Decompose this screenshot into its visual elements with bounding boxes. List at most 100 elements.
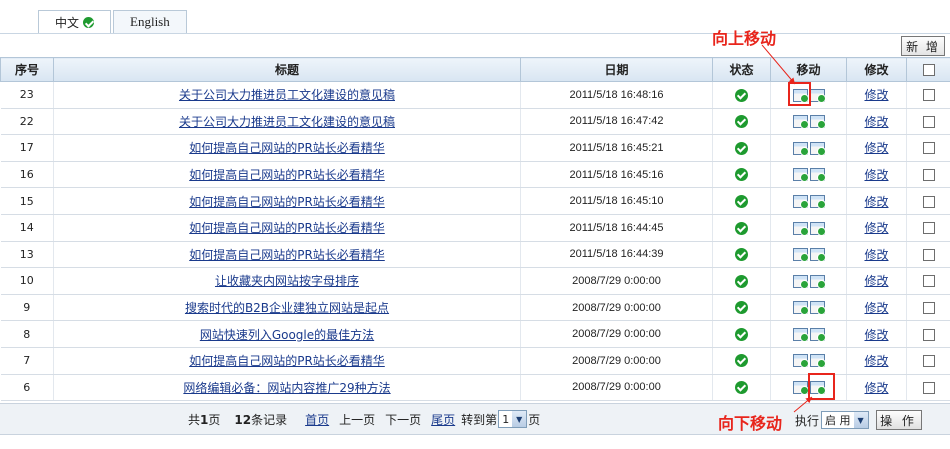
row-checkbox[interactable] [922, 248, 935, 261]
move-up-icon[interactable] [792, 248, 809, 263]
table-row: 7 如何提高自己网站的PR站长必看精华 2008/7/29 0:00:00 修改 [0, 347, 950, 375]
edit-link[interactable]: 修改 [864, 328, 888, 342]
move-down-icon[interactable] [809, 274, 826, 289]
row-checkbox[interactable] [922, 142, 935, 155]
row-checkbox[interactable] [922, 275, 935, 288]
goto-page-select[interactable]: 1 ▼ [498, 410, 528, 428]
operate-button[interactable]: 操 作 [875, 410, 922, 430]
status-enabled-icon[interactable] [735, 381, 748, 395]
col-header-id: 序号 [0, 57, 54, 82]
edit-link[interactable]: 修改 [864, 301, 888, 315]
batch-actions: 执行 启 用 ▼ 操 作 [795, 410, 922, 430]
row-checkbox[interactable] [922, 302, 935, 315]
col-header-date: 日期 [520, 57, 713, 82]
row-checkbox[interactable] [922, 89, 935, 102]
row-checkbox[interactable] [922, 222, 935, 235]
move-down-highlight [808, 373, 835, 400]
status-enabled-icon[interactable] [735, 221, 748, 235]
last-page-link[interactable]: 尾页 [431, 411, 455, 428]
exec-select[interactable]: 启 用 ▼ [821, 411, 869, 429]
row-title-link[interactable]: 如何提高自己网站的PR站长必看精华 [189, 141, 385, 155]
select-all-checkbox[interactable] [922, 64, 935, 76]
move-up-icon[interactable] [792, 221, 809, 236]
move-up-icon[interactable] [792, 115, 809, 130]
edit-link[interactable]: 修改 [864, 168, 888, 182]
tab-english[interactable]: English [113, 10, 187, 33]
move-up-icon[interactable] [792, 354, 809, 369]
row-checkbox[interactable] [922, 381, 935, 394]
move-down-icon[interactable] [809, 301, 826, 316]
row-checkbox[interactable] [922, 355, 935, 368]
move-down-icon[interactable] [809, 168, 826, 183]
edit-link[interactable]: 修改 [864, 274, 888, 288]
status-enabled-icon[interactable] [735, 88, 748, 102]
row-title-link[interactable]: 如何提高自己网站的PR站长必看精华 [189, 221, 385, 235]
move-up-icon[interactable] [792, 168, 809, 183]
row-id: 13 [0, 241, 54, 269]
row-date: 2008/7/29 0:00:00 [520, 267, 713, 295]
col-header-edit: 修改 [846, 57, 907, 82]
edit-link[interactable]: 修改 [864, 221, 888, 235]
row-title-link[interactable]: 搜索时代的B2B企业建独立网站是起点 [185, 301, 389, 315]
row-checkbox[interactable] [922, 195, 935, 208]
status-enabled-icon[interactable] [735, 194, 748, 208]
move-down-icon[interactable] [809, 88, 826, 103]
move-down-icon[interactable] [809, 141, 826, 156]
row-checkbox[interactable] [922, 328, 935, 341]
edit-link[interactable]: 修改 [864, 248, 888, 262]
move-up-icon[interactable] [792, 327, 809, 342]
row-title-link[interactable]: 网络编辑必备：网站内容推广29种方法 [183, 381, 390, 395]
move-down-icon[interactable] [809, 248, 826, 263]
row-title-link[interactable]: 如何提高自己网站的PR站长必看精华 [189, 354, 385, 368]
move-down-icon[interactable] [809, 354, 826, 369]
row-title-link[interactable]: 网站快速列入Google的最佳方法 [200, 328, 374, 342]
row-title-link[interactable]: 关于公司大力推进员工文化建设的意见稿 [179, 115, 395, 129]
col-header-title: 标题 [53, 57, 521, 82]
row-id: 17 [0, 134, 54, 162]
chevron-down-icon: ▼ [512, 411, 527, 427]
status-enabled-icon[interactable] [735, 301, 748, 315]
move-up-icon[interactable] [792, 141, 809, 156]
edit-link[interactable]: 修改 [864, 381, 888, 395]
row-checkbox[interactable] [922, 169, 935, 182]
move-down-icon[interactable] [809, 327, 826, 342]
row-id: 7 [0, 347, 54, 375]
edit-link[interactable]: 修改 [864, 88, 888, 102]
row-checkbox[interactable] [922, 115, 935, 128]
new-button[interactable]: 新 增 [901, 36, 945, 56]
tab-divider [0, 33, 950, 34]
tab-chinese[interactable]: 中文 [38, 10, 112, 33]
row-date: 2008/7/29 0:00:00 [520, 294, 713, 322]
move-down-icon[interactable] [809, 194, 826, 209]
edit-link[interactable]: 修改 [864, 195, 888, 209]
status-enabled-icon[interactable] [735, 115, 748, 129]
row-title-link[interactable]: 关于公司大力推进员工文化建设的意见稿 [179, 88, 395, 102]
prev-page-link[interactable]: 上一页 [339, 411, 375, 428]
status-enabled-icon[interactable] [735, 141, 748, 155]
row-date: 2011/5/18 16:44:39 [520, 241, 713, 269]
status-enabled-icon[interactable] [735, 274, 748, 288]
table-row: 13 如何提高自己网站的PR站长必看精华 2011/5/18 16:44:39 修改 [0, 241, 950, 269]
row-title-link[interactable]: 让收藏夹内网站按字母排序 [215, 274, 359, 288]
status-enabled-icon[interactable] [735, 168, 748, 182]
edit-link[interactable]: 修改 [864, 354, 888, 368]
first-page-link[interactable]: 首页 [305, 411, 329, 428]
row-title-link[interactable]: 如何提高自己网站的PR站长必看精华 [189, 248, 385, 262]
move-up-icon[interactable] [792, 274, 809, 289]
status-enabled-icon[interactable] [735, 248, 748, 262]
status-enabled-icon[interactable] [735, 354, 748, 368]
next-page-link[interactable]: 下一页 [385, 411, 421, 428]
row-id: 6 [0, 374, 54, 402]
move-down-icon[interactable] [809, 115, 826, 130]
row-title-link[interactable]: 如何提高自己网站的PR站长必看精华 [189, 195, 385, 209]
row-id: 22 [0, 108, 54, 136]
move-up-icon[interactable] [792, 301, 809, 316]
move-down-icon[interactable] [809, 221, 826, 236]
move-up-icon[interactable] [792, 381, 809, 396]
total-pages: 共1页 [188, 412, 221, 427]
row-title-link[interactable]: 如何提高自己网站的PR站长必看精华 [189, 168, 385, 182]
status-enabled-icon[interactable] [735, 327, 748, 341]
move-up-icon[interactable] [792, 194, 809, 209]
edit-link[interactable]: 修改 [864, 115, 888, 129]
edit-link[interactable]: 修改 [864, 141, 888, 155]
